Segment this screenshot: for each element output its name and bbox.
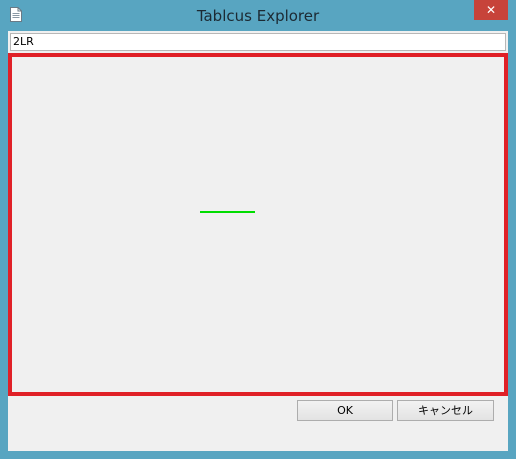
ok-button[interactable]: OK: [297, 400, 393, 421]
title-bar[interactable]: Tablcus Explorer ✕: [0, 0, 516, 31]
preview-line: [200, 211, 255, 213]
dialog-content: 2LR OK キャンセル: [8, 31, 508, 451]
preview-panel[interactable]: [8, 53, 508, 396]
text-input[interactable]: 2LR: [10, 33, 506, 51]
window-title: Tablcus Explorer: [196, 7, 320, 25]
cancel-button[interactable]: キャンセル: [397, 400, 494, 421]
close-button[interactable]: ✕: [474, 0, 508, 20]
app-window: Tablcus Explorer ✕ 2LR OK キャンセル: [0, 0, 516, 459]
